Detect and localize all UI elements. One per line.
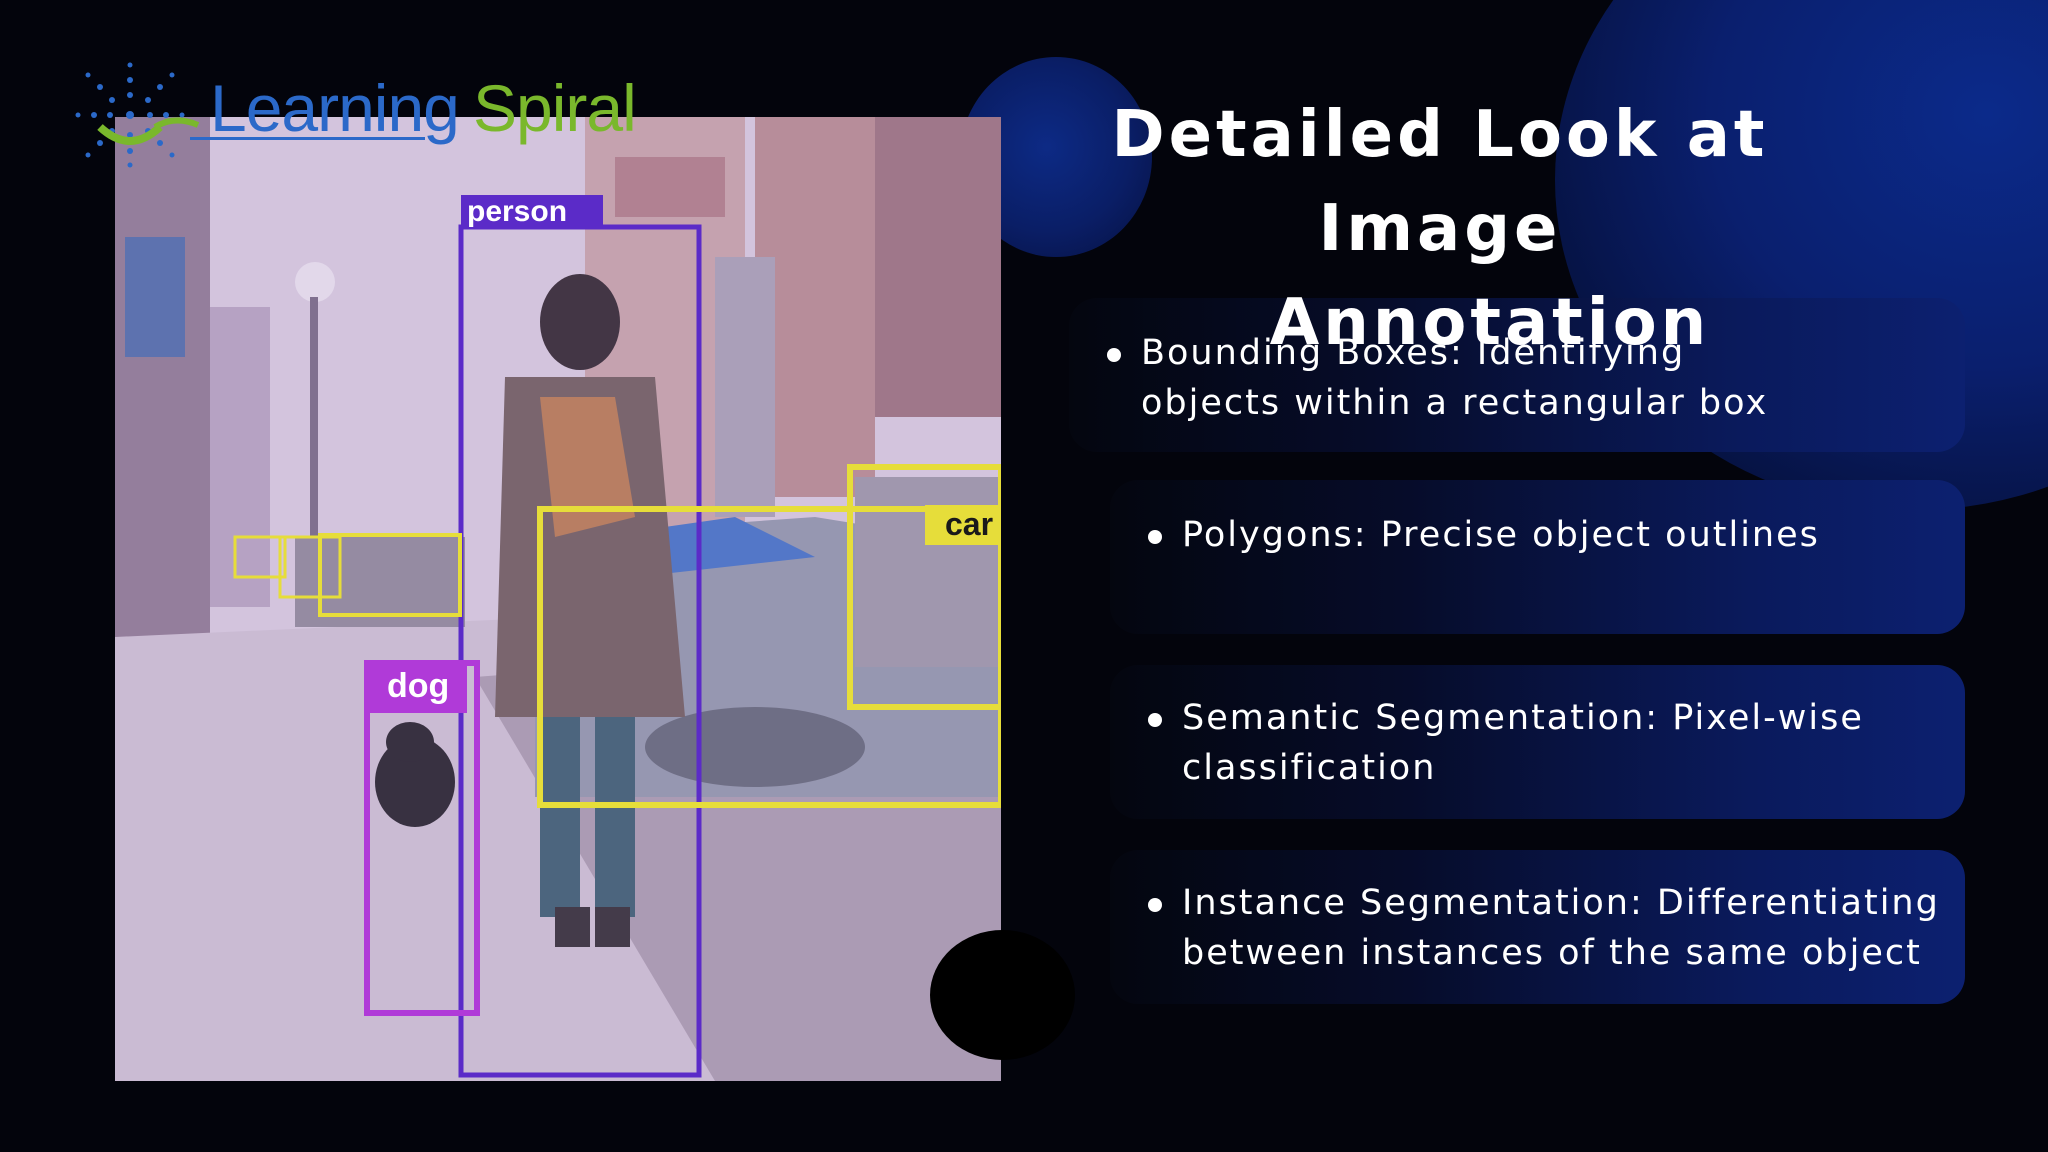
bullet-line: between instances of the same object (1182, 933, 1922, 973)
photo-illustration: person dog car (115, 117, 1001, 1081)
logo-underline (190, 137, 425, 140)
bullet-card-semantic-segmentation: Semantic Segmentation: Pixel-wise classi… (1110, 665, 1965, 819)
person-label: person (467, 195, 567, 228)
bullet-card-instance-segmentation: Instance Segmentation: Differentiating b… (1110, 850, 1965, 1004)
car-label: car (945, 506, 993, 542)
learning-spiral-logo: Learning Spiral (60, 55, 660, 175)
decorative-ring (930, 930, 1075, 1060)
slide: person dog car Learning Spiral Detailed … (0, 0, 2048, 1152)
title-line-3: Annotation (1269, 286, 1711, 360)
bullet-line: Semantic Segmentation: Pixel-wise (1182, 698, 1864, 738)
logo-word-spiral: Spiral (473, 71, 637, 145)
dog-label: dog (387, 667, 449, 705)
bullet-line: Instance Segmentation: Differentiating (1182, 883, 1940, 923)
bullet-dot-icon (1148, 530, 1162, 544)
logo-word-learning: Learning (210, 71, 460, 145)
title-line-1: Detailed Look at (1111, 98, 1769, 172)
title-line-2: Image (1318, 192, 1562, 266)
spiral-logo-icon (75, 62, 200, 168)
annotated-street-photo: person dog car (115, 117, 1001, 1081)
bullet-line: classification (1182, 748, 1437, 788)
bullet-dot-icon (1107, 348, 1121, 362)
bullet-card-polygons: Polygons: Precise object outlines (1110, 480, 1965, 634)
bullet-dot-icon (1148, 898, 1162, 912)
bullet-dot-icon (1148, 713, 1162, 727)
bullet-line: objects within a rectangular box (1141, 383, 1769, 423)
bullet-line: Polygons: Precise object outlines (1182, 515, 1820, 555)
slide-title-line-3: Annotation (1130, 276, 1850, 370)
slide-title: Detailed Look at Image (1080, 88, 1800, 276)
